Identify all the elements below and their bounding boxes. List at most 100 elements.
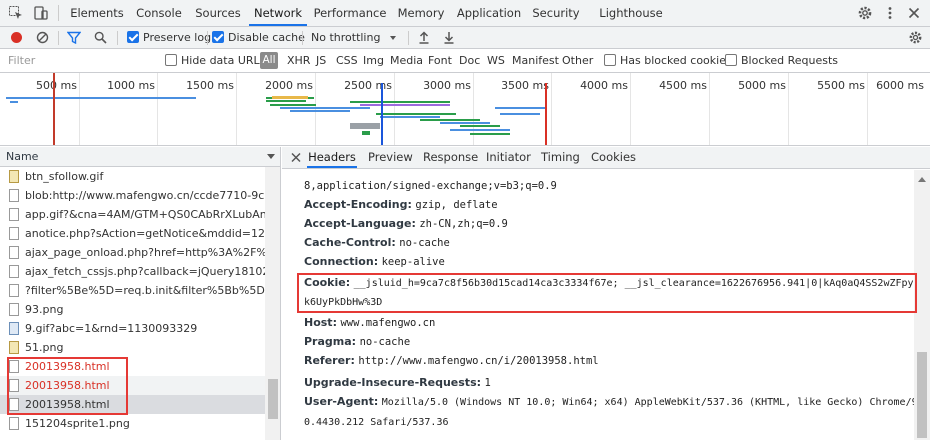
record-icon[interactable]: [10, 31, 23, 45]
filter-type-other[interactable]: Other: [562, 54, 593, 68]
preserve-log-checkbox[interactable]: Preserve log: [127, 31, 211, 45]
request-name: ajax_fetch_cssjs.php?callback=jQuery1810…: [25, 265, 265, 278]
inspect-element-icon[interactable]: [8, 5, 24, 21]
filter-type-img[interactable]: Img: [363, 54, 384, 68]
search-icon[interactable]: [94, 31, 107, 45]
file-icon: [9, 208, 19, 221]
request-row[interactable]: 151204sprite1.png: [0, 414, 265, 433]
header-key: Cache-Control:: [304, 236, 396, 249]
header-line: Referer: http://www.mafengwo.cn/i/200139…: [304, 351, 599, 370]
tabbar-divider: [58, 5, 59, 21]
request-list-scrollbar[interactable]: [265, 167, 280, 440]
filter-type-manifest[interactable]: Manifest: [512, 54, 559, 68]
tab-sources[interactable]: Sources: [191, 0, 245, 26]
tab-timing[interactable]: Timing: [541, 147, 580, 168]
tab-cookies[interactable]: Cookies: [591, 147, 636, 168]
throttling-select[interactable]: No throttling: [311, 31, 396, 45]
name-column-header[interactable]: Name: [6, 150, 38, 163]
timeline-gridline: [551, 73, 552, 145]
scroll-up-arrow-icon[interactable]: [918, 172, 926, 185]
timeline-tick: 500 ms: [36, 79, 77, 92]
header-line: 0.4430.212 Safari/537.36: [304, 412, 449, 431]
tab-performance[interactable]: Performance: [312, 0, 388, 26]
tab-security[interactable]: Security: [531, 0, 581, 26]
device-toolbar-icon[interactable]: [33, 5, 49, 21]
scrollbar-thumb[interactable]: [917, 352, 927, 438]
checkbox-unchecked-icon: [604, 54, 616, 66]
hide-data-urls-checkbox[interactable]: Hide data URLs: [165, 54, 265, 68]
timeline-tick: 5000 ms: [738, 79, 786, 92]
network-settings-gear-icon[interactable]: [908, 30, 923, 44]
request-name: ajax_page_onload.php?href=http%3A%2F%2Fw…: [25, 246, 265, 259]
filter-type-ws[interactable]: WS: [487, 54, 505, 68]
throttling-value: No throttling: [311, 31, 381, 44]
request-row[interactable]: 9.gif?abc=1&rnd=1130093329: [0, 319, 265, 338]
tab-console[interactable]: Console: [131, 0, 187, 26]
checkbox-checked-icon: [127, 31, 139, 43]
filter-funnel-icon[interactable]: [66, 31, 82, 45]
tab-elements[interactable]: Elements: [66, 0, 128, 26]
header-value: no-cache: [359, 336, 411, 348]
tab-response[interactable]: Response: [423, 147, 478, 168]
tab-lighthouse[interactable]: Lighthouse: [596, 0, 666, 26]
file-icon: [9, 284, 19, 297]
header-value: no-cache: [399, 237, 450, 249]
checkbox-unchecked-icon: [165, 54, 177, 66]
request-row[interactable]: 51.png: [0, 338, 265, 357]
request-name: btn_sfollow.gif: [25, 170, 104, 183]
filter-type-font[interactable]: Font: [428, 54, 452, 68]
request-row[interactable]: ?filter%5Be%5D=req.b.init&filter%5Bb%5D%…: [0, 281, 265, 300]
has-blocked-cookies-checkbox[interactable]: Has blocked cookies: [604, 54, 732, 68]
request-detail-panel: Headers Preview Response Initiator Timin…: [282, 147, 930, 440]
request-name: app.gif?&cna=4AM/GTM+QS0CAbRrXLubAn0m: [25, 208, 265, 221]
header-key: Accept-Language:: [304, 217, 416, 230]
checkbox-unchecked-icon: [725, 54, 737, 66]
header-value: 0.4430.212 Safari/537.36: [304, 417, 449, 428]
filter-type-js[interactable]: JS: [316, 54, 326, 68]
filter-type-doc[interactable]: Doc: [459, 54, 480, 68]
header-line: Pragma: no-cache: [304, 332, 410, 351]
request-row[interactable]: anotice.php?sAction=getNotice&mddid=1270…: [0, 224, 265, 243]
close-icon[interactable]: [906, 5, 922, 21]
disable-cache-checkbox[interactable]: Disable cache: [212, 31, 305, 45]
timeline-tick: 4500 ms: [659, 79, 707, 92]
header-value: zh-CN,zh;q=0.9: [419, 218, 508, 230]
tab-headers[interactable]: Headers: [307, 147, 357, 168]
tab-preview[interactable]: Preview: [368, 147, 413, 168]
tab-network[interactable]: Network: [249, 0, 307, 26]
filter-input[interactable]: Filter: [4, 52, 154, 70]
filter-type-css[interactable]: CSS: [336, 54, 358, 68]
file-icon: [9, 265, 19, 278]
request-row[interactable]: ajax_page_onload.php?href=http%3A%2F%2Fw…: [0, 243, 265, 262]
export-har-icon[interactable]: [443, 30, 455, 44]
header-key: Pragma:: [304, 335, 357, 348]
request-row[interactable]: ajax_fetch_cssjs.php?callback=jQuery1810…: [0, 262, 265, 281]
highlight-box: [297, 273, 917, 313]
disable-cache-label: Disable cache: [228, 31, 305, 44]
filter-type-xhr[interactable]: XHR: [287, 54, 310, 68]
request-name: anotice.php?sAction=getNotice&mddid=1270…: [25, 227, 265, 240]
blocked-requests-checkbox[interactable]: Blocked Requests: [725, 54, 838, 68]
toolbar-divider: [302, 31, 303, 45]
header-line: Accept-Encoding: gzip, deflate: [304, 195, 498, 214]
header-key: Accept-Encoding:: [304, 198, 412, 211]
settings-gear-icon[interactable]: [857, 5, 873, 21]
tab-application[interactable]: Application: [454, 0, 524, 26]
network-overview-timeline[interactable]: 500 ms 1000 ms 1500 ms 2000 ms 2500 ms 3…: [0, 73, 930, 146]
request-row[interactable]: app.gif?&cna=4AM/GTM+QS0CAbRrXLubAn0m: [0, 205, 265, 224]
clear-icon[interactable]: [36, 31, 49, 45]
more-options-icon[interactable]: [882, 5, 898, 21]
import-har-icon[interactable]: [418, 30, 430, 44]
request-row[interactable]: 93.png: [0, 300, 265, 319]
tab-memory[interactable]: Memory: [393, 0, 449, 26]
load-marker: [545, 83, 547, 145]
request-row[interactable]: blob:http://www.mafengwo.cn/ccde7710-9c8…: [0, 186, 265, 205]
request-list-header[interactable]: Name: [0, 147, 280, 167]
toolbar-divider: [117, 31, 118, 45]
tab-initiator[interactable]: Initiator: [486, 147, 531, 168]
filter-type-all[interactable]: All: [260, 52, 278, 69]
scrollbar-thumb[interactable]: [268, 379, 278, 419]
request-row[interactable]: btn_sfollow.gif: [0, 167, 265, 186]
filter-type-media[interactable]: Media: [390, 54, 423, 68]
close-detail-icon[interactable]: [290, 150, 302, 167]
